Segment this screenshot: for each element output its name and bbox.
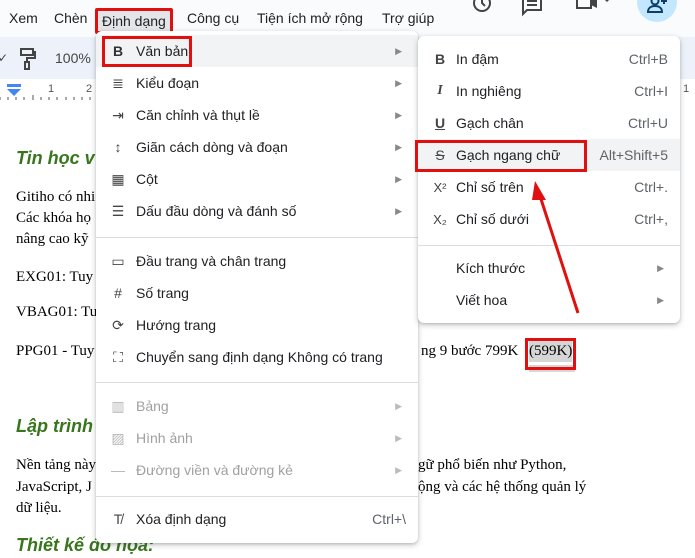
annotation-arrow xyxy=(532,181,580,314)
